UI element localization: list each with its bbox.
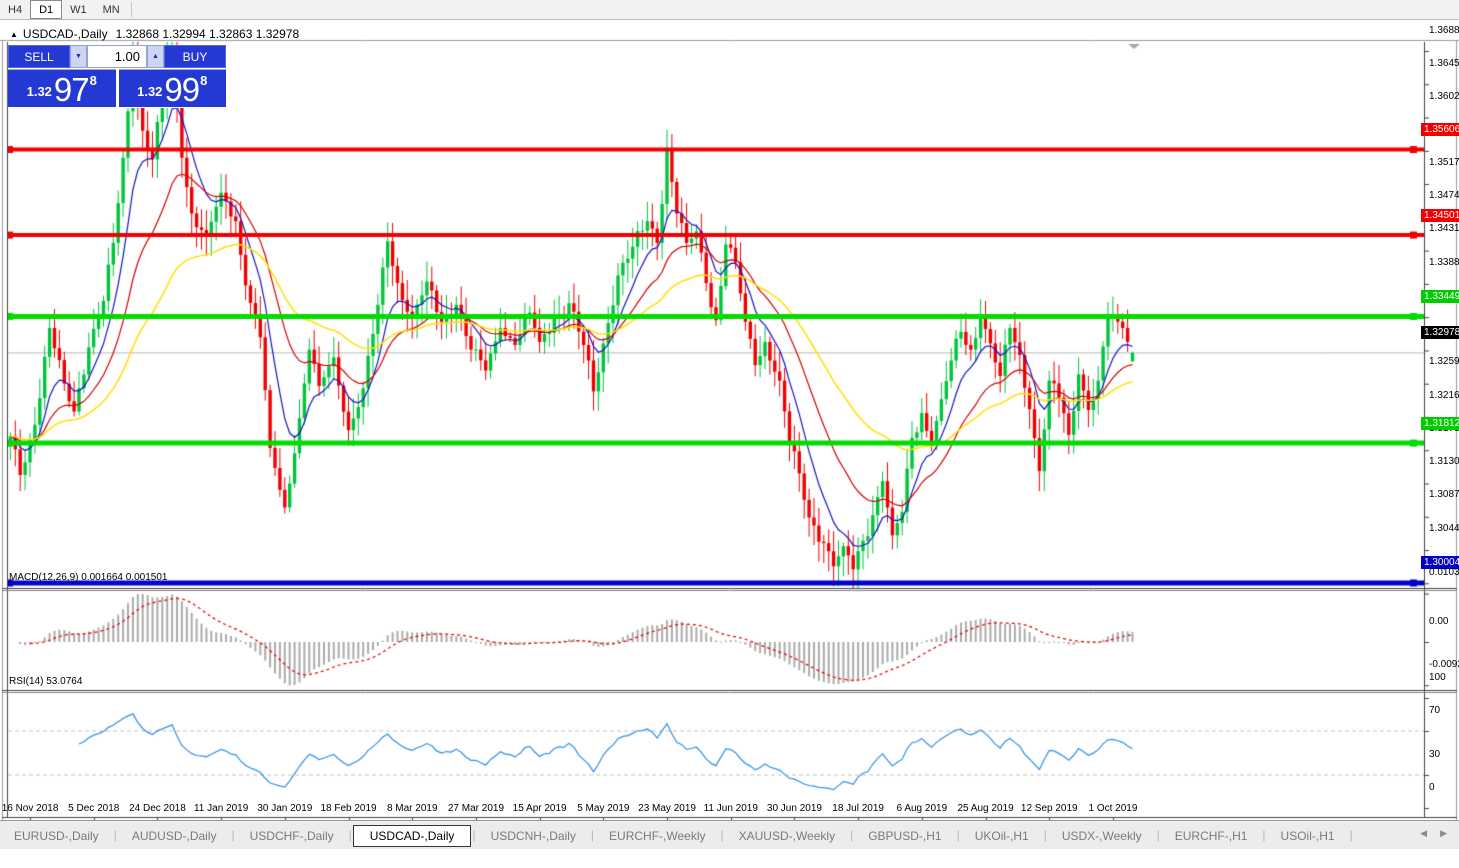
price-axis-tick: 1.30870 [1429, 489, 1459, 500]
date-axis-label: 24 Dec 2018 [129, 803, 186, 814]
rsi-axis-tick: 70 [1429, 705, 1440, 716]
date-axis-label: 15 Apr 2019 [513, 803, 567, 814]
tabs-scroll-right-icon[interactable]: ▶ [1440, 828, 1447, 839]
date-axis-label: 18 Jul 2019 [832, 803, 884, 814]
symbol-tab-usdcad[interactable]: USDCAD-,Daily [353, 825, 472, 847]
chart-window [0, 20, 1459, 818]
price-chart-canvas[interactable] [0, 20, 1459, 868]
price-axis-tick: 1.34740 [1429, 190, 1459, 201]
symbol-tab-eurusd[interactable]: EURUSD-,Daily [0, 826, 113, 846]
chart-symbol-title: USDCAD-,Daily [23, 27, 108, 41]
buy-price-prefix: 1.32 [137, 84, 162, 99]
rsi-axis-tick: 30 [1429, 749, 1440, 760]
date-axis-label: 11 Jan 2019 [194, 803, 248, 814]
chevron-down-icon: ▼ [75, 53, 82, 60]
rsi-axis-tick: 100 [1429, 672, 1446, 683]
timeframe-button-mn[interactable]: MN [95, 0, 128, 19]
rsi-indicator-label: RSI(14) 53.0764 [9, 676, 82, 687]
trade-controls-row: SELL ▼ ▲ BUY [8, 45, 226, 68]
price-axis-tick: 1.36880 [1429, 25, 1459, 36]
chart-ohlc-values: 1.32868 1.32994 1.32863 1.32978 [116, 27, 300, 41]
chevron-up-icon: ▲ [152, 53, 159, 60]
date-axis-label: 18 Feb 2019 [320, 803, 376, 814]
collapse-chart-icon[interactable]: ▲ [10, 30, 18, 39]
sell-button[interactable]: SELL [8, 45, 70, 68]
sell-price-pip: 8 [90, 73, 97, 88]
symbol-tab-ukoil[interactable]: UKOil-,H1 [961, 826, 1043, 846]
timeframe-button-w1[interactable]: W1 [62, 0, 95, 19]
price-axis-tick: 1.36450 [1429, 58, 1459, 69]
price-level-badge: 1.35606 [1421, 123, 1459, 136]
rsi-axis-tick: 0 [1429, 782, 1435, 793]
chart-title-row: ▲ USDCAD-,Daily 1.32868 1.32994 1.32863 1.… [10, 27, 299, 41]
macd-axis-tick: -0.00920 [1429, 659, 1459, 670]
price-axis-tick: 1.35170 [1429, 157, 1459, 168]
trade-prices-row: 1.32 97 8 1.32 99 8 [8, 69, 226, 107]
symbol-tab-audusd[interactable]: AUDUSD-,Daily [118, 826, 231, 846]
symbol-tab-eurchf[interactable]: EURCHF-,Weekly [595, 826, 719, 846]
symbol-tab-usdx[interactable]: USDX-,Weekly [1048, 826, 1156, 846]
one-click-trade-panel: SELL ▼ ▲ BUY 1.32 97 8 1.32 99 8 [8, 45, 226, 108]
volume-decrease-button[interactable]: ▼ [70, 45, 87, 68]
date-axis-label: 25 Aug 2019 [957, 803, 1013, 814]
sell-price-display[interactable]: 1.32 97 8 [8, 69, 116, 107]
timeframe-button-d1[interactable]: D1 [30, 0, 62, 19]
price-axis-tick: 1.30440 [1429, 523, 1459, 534]
date-axis-label: 27 Mar 2019 [448, 803, 504, 814]
buy-button[interactable]: BUY [164, 45, 226, 68]
price-axis-tick: 1.32590 [1429, 356, 1459, 367]
macd-axis-tick: 0.010311 [1429, 567, 1459, 578]
date-axis-label: 16 Nov 2018 [2, 803, 59, 814]
symbol-tab-eurchf[interactable]: EURCHF-,H1 [1161, 826, 1262, 846]
date-axis-label: 30 Jun 2019 [767, 803, 822, 814]
price-level-badge: 1.34501 [1421, 209, 1459, 222]
tabs-scroll-left-icon[interactable]: ◀ [1420, 828, 1427, 839]
date-axis-label: 5 Dec 2018 [68, 803, 119, 814]
price-axis-tick: 1.32160 [1429, 390, 1459, 401]
trading-app-window: { "toolbar": { "timeframes": [ {"label":… [0, 0, 1459, 848]
price-axis-tick: 1.36020 [1429, 91, 1459, 102]
symbol-tab-gbpusd[interactable]: GBPUSD-,H1 [854, 826, 955, 846]
symbol-tab-xauusd[interactable]: XAUUSD-,Weekly [725, 826, 849, 846]
symbol-tab-bar: ◀ ▶ EURUSD-,Daily|AUDUSD-,Daily|USDCHF-,… [0, 820, 1459, 849]
date-axis-label: 6 Aug 2019 [897, 803, 948, 814]
volume-increase-button[interactable]: ▲ [147, 45, 164, 68]
buy-price-display[interactable]: 1.32 99 8 [119, 69, 227, 107]
price-axis-tick: 1.31300 [1429, 456, 1459, 467]
sell-price-prefix: 1.32 [27, 84, 52, 99]
price-axis-tick: 1.34310 [1429, 223, 1459, 234]
price-level-badge: 1.31812 [1421, 417, 1459, 430]
symbol-tab-usdchf[interactable]: USDCHF-,Daily [236, 826, 348, 846]
volume-input[interactable] [87, 45, 147, 68]
date-axis-label: 11 Jun 2019 [704, 803, 758, 814]
price-axis-tick: 1.33880 [1429, 257, 1459, 268]
buy-price-pip: 8 [200, 73, 207, 88]
price-level-badge: 1.33449 [1421, 290, 1459, 303]
macd-axis-tick: 0.00 [1429, 616, 1448, 627]
sell-price-main: 97 [54, 77, 89, 103]
date-axis-label: 5 May 2019 [577, 803, 629, 814]
date-axis-label: 30 Jan 2019 [257, 803, 312, 814]
timeframe-toolbar: H4D1W1MN [0, 0, 1459, 20]
price-level-badge: 1.32978 [1421, 326, 1459, 339]
symbol-tab-usoil[interactable]: USOil-,H1 [1267, 826, 1349, 846]
buy-price-main: 99 [164, 77, 199, 103]
timeframe-button-h4[interactable]: H4 [0, 0, 30, 19]
tab-separator: | [1349, 828, 1354, 842]
symbol-tab-usdcnh[interactable]: USDCNH-,Daily [477, 826, 590, 846]
macd-indicator-label: MACD(12,26,9) 0.001664 0.001501 [9, 572, 167, 583]
toolbar-separator [131, 2, 132, 17]
date-axis-label: 8 Mar 2019 [387, 803, 438, 814]
date-axis-label: 1 Oct 2019 [1088, 803, 1137, 814]
date-axis-label: 12 Sep 2019 [1021, 803, 1078, 814]
date-axis-label: 23 May 2019 [638, 803, 696, 814]
